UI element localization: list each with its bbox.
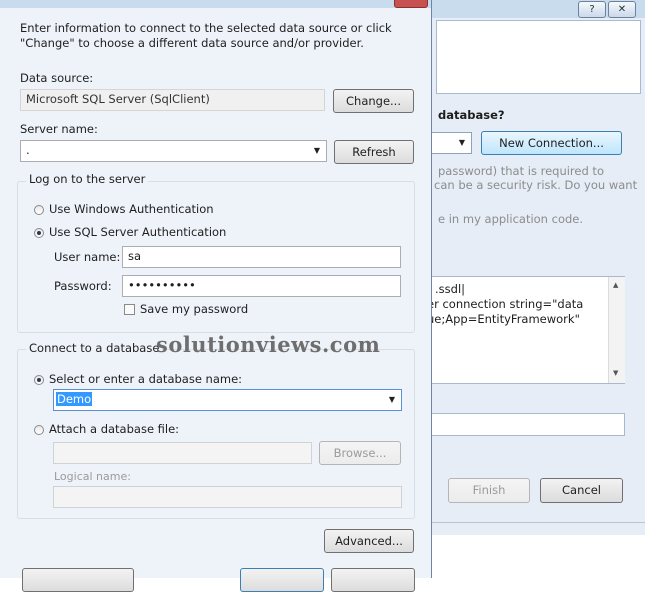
attach-file-field [53,442,312,464]
advanced-button[interactable]: Advanced... [324,529,414,553]
logical-name-field [53,486,402,508]
select-db-label[interactable]: Select or enter a database name: [49,372,242,386]
close-button[interactable]: ✕ [608,1,636,18]
database-name-combobox[interactable]: Demo ▼ [53,389,402,411]
cancel-button[interactable]: Cancel [540,478,623,503]
background-titlebar: ? ✕ [426,0,645,18]
refresh-button[interactable]: Refresh [334,140,414,164]
username-field[interactable]: sa [122,246,401,268]
cancel-dialog-button[interactable] [331,568,415,592]
chevron-down-icon[interactable]: ▼ [389,390,395,410]
connection-string-box[interactable]: .ssdl| er connection string="data ue;App… [426,276,625,384]
server-name-value: . [26,143,30,157]
connection-name-field[interactable] [426,413,625,436]
username-label: User name: [54,250,121,264]
lower-panel [426,535,645,578]
server-name-label: Server name: [20,122,98,136]
dialog-close-button[interactable] [394,0,428,8]
logon-group-title: Log on to the server [26,172,149,186]
database-name-value: Demo [56,392,93,406]
conn-line2: er connection string="data [427,297,584,311]
select-db-radio[interactable] [34,375,44,385]
attach-db-radio[interactable] [34,425,44,435]
change-button[interactable]: Change... [333,89,414,113]
conn-line1: .ssdl| [435,282,466,296]
server-name-combobox[interactable]: . ▼ [20,140,327,162]
background-wizard-window: ? ✕ database? ▼ New Connection... passwo… [426,0,645,578]
password-field[interactable]: •••••••••• [122,275,401,297]
data-source-field: Microsoft SQL Server (SqlClient) [20,89,325,111]
sql-auth-label[interactable]: Use SQL Server Authentication [49,225,226,239]
dialog-titlebar [0,0,431,8]
finish-button[interactable]: Finish [448,478,530,503]
ok-button[interactable] [240,568,324,592]
new-connection-button[interactable]: New Connection... [481,131,622,155]
logical-name-label: Logical name: [54,470,131,483]
save-password-checkbox[interactable] [124,304,135,315]
header-panel [436,20,641,94]
arrow-up-icon[interactable]: ▲ [613,281,618,289]
password-label: Password: [54,279,112,293]
intro-text: Enter information to connect to the sele… [20,21,392,50]
browse-button[interactable]: Browse... [319,441,401,465]
save-password-label[interactable]: Save my password [140,302,248,316]
windows-auth-radio[interactable] [34,205,44,215]
divider [426,522,645,523]
info-text-line2: can be a security risk. Do you want [434,178,638,192]
attach-db-label[interactable]: Attach a database file: [49,422,179,436]
chevron-down-icon[interactable]: ▼ [314,141,320,161]
connection-dropdown[interactable]: ▼ [426,132,472,154]
data-source-label: Data source: [20,71,94,85]
help-button[interactable]: ? [578,1,606,18]
chevron-down-icon: ▼ [458,138,465,147]
test-connection-button[interactable] [22,568,134,592]
connection-properties-dialog: Enter information to connect to the sele… [0,0,432,592]
question-heading: database? [438,108,505,122]
vertical-scrollbar[interactable]: ▲ ▼ [608,277,625,383]
conn-line3: ue;App=EntityFramework" [427,312,580,326]
connect-database-title: Connect to a database [26,341,163,355]
windows-auth-label[interactable]: Use Windows Authentication [49,202,214,216]
arrow-down-icon[interactable]: ▼ [613,369,618,377]
sql-auth-radio[interactable] [34,228,44,238]
info-text-line1: password) that is required to [438,164,604,178]
info-text-line3: e in my application code. [438,212,584,226]
watermark-text: solutionviews.com [156,332,381,357]
